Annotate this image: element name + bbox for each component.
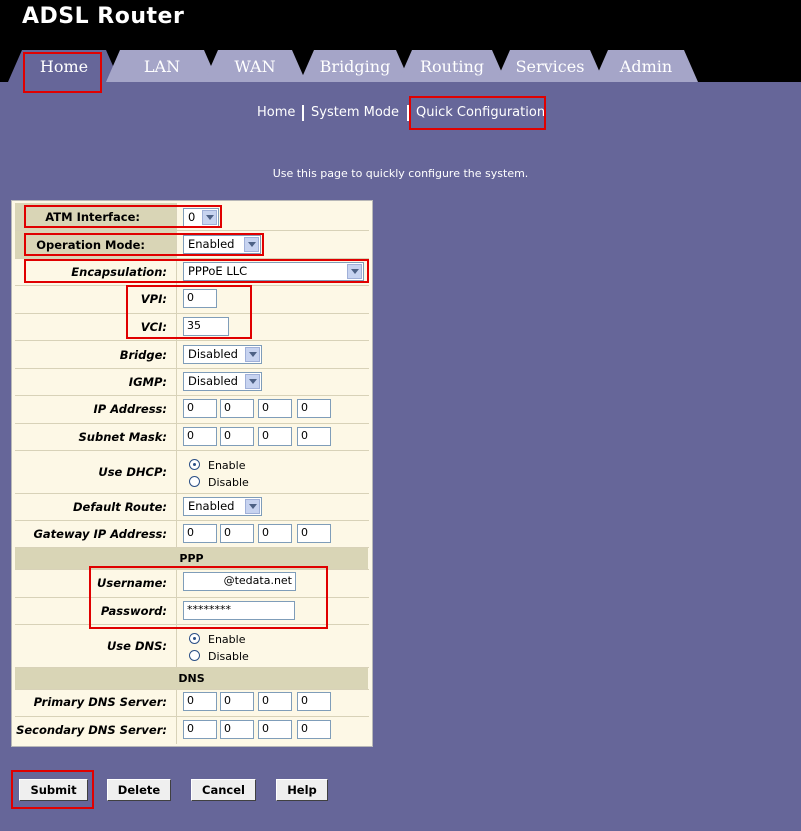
ip-address-octet-input[interactable]: 0 bbox=[297, 399, 331, 418]
tab-lan[interactable]: LAN bbox=[106, 50, 218, 82]
tab-routing[interactable]: Routing bbox=[398, 50, 506, 82]
subnav-home-link[interactable]: Home bbox=[257, 105, 295, 120]
secondary-dns-octet-input[interactable]: 0 bbox=[183, 720, 217, 739]
operation-mode-select[interactable]: Enabled bbox=[183, 235, 261, 254]
page-description: Use this page to quickly configure the s… bbox=[272, 167, 529, 180]
operation-mode-label: Operation Mode: bbox=[36, 238, 145, 252]
dhcp-enable-radio[interactable] bbox=[189, 459, 200, 470]
primary-dns-octet-input[interactable]: 0 bbox=[183, 692, 217, 711]
default-route-label: Default Route: bbox=[72, 500, 167, 514]
ip-address-label: IP Address: bbox=[93, 402, 167, 416]
dns-disable-label: Disable bbox=[208, 650, 249, 663]
tab-services[interactable]: Services bbox=[496, 50, 604, 82]
igmp-select[interactable]: Disabled bbox=[183, 372, 262, 391]
gateway-octet-input[interactable]: 0 bbox=[258, 524, 292, 543]
primary-dns-octet-input[interactable]: 0 bbox=[258, 692, 292, 711]
subnet-mask-octet-input[interactable]: 0 bbox=[258, 427, 292, 446]
dhcp-disable-label: Disable bbox=[208, 476, 249, 489]
subnet-mask-label: Subnet Mask: bbox=[78, 430, 168, 444]
cancel-button[interactable]: Cancel bbox=[191, 779, 256, 801]
password-label: Password: bbox=[100, 604, 167, 618]
password-input[interactable]: ******** bbox=[183, 601, 295, 620]
primary-dns-octet-input[interactable]: 0 bbox=[220, 692, 254, 711]
chevron-down-icon bbox=[245, 374, 260, 389]
tab-bridging[interactable]: Bridging bbox=[300, 50, 410, 82]
subnet-mask-octet-input[interactable]: 0 bbox=[297, 427, 331, 446]
vci-label: VCI: bbox=[140, 320, 167, 334]
subnet-mask-octet-input[interactable]: 0 bbox=[183, 427, 217, 446]
ppp-section-header: PPP bbox=[15, 548, 368, 569]
subnav-quick-configuration-link[interactable]: Quick Configuration bbox=[416, 105, 545, 120]
dhcp-enable-label: Enable bbox=[208, 459, 246, 472]
username-label: Username: bbox=[97, 576, 167, 590]
dns-section-header: DNS bbox=[15, 668, 368, 689]
primary-dns-label: Primary DNS Server: bbox=[33, 695, 167, 709]
atm-interface-label: ATM Interface: bbox=[45, 210, 140, 224]
use-dns-label: Use DNS: bbox=[106, 639, 167, 653]
secondary-dns-octet-input[interactable]: 0 bbox=[258, 720, 292, 739]
dns-disable-radio[interactable] bbox=[189, 650, 200, 661]
bridge-label: Bridge: bbox=[119, 348, 167, 362]
subnet-mask-octet-input[interactable]: 0 bbox=[220, 427, 254, 446]
default-route-select[interactable]: Enabled bbox=[183, 497, 262, 516]
ip-address-octet-input[interactable]: 0 bbox=[183, 399, 217, 418]
subnav-separator bbox=[407, 105, 409, 121]
gateway-ip-label: Gateway IP Address: bbox=[33, 527, 167, 541]
dhcp-disable-radio[interactable] bbox=[189, 476, 200, 487]
tab-wan[interactable]: WAN bbox=[204, 50, 306, 82]
bridge-select[interactable]: Disabled bbox=[183, 345, 262, 364]
gateway-octet-input[interactable]: 0 bbox=[297, 524, 331, 543]
dns-enable-radio[interactable] bbox=[189, 633, 200, 644]
ip-address-octet-input[interactable]: 0 bbox=[220, 399, 254, 418]
use-dhcp-label: Use DHCP: bbox=[98, 465, 167, 479]
submit-button[interactable]: Submit bbox=[19, 779, 88, 801]
vci-input[interactable]: 35 bbox=[183, 317, 229, 336]
subnav-system-mode-link[interactable]: System Mode bbox=[311, 105, 399, 120]
vpi-input[interactable]: 0 bbox=[183, 289, 217, 308]
chevron-down-icon bbox=[245, 347, 260, 362]
primary-dns-octet-input[interactable]: 0 bbox=[297, 692, 331, 711]
delete-button[interactable]: Delete bbox=[107, 779, 171, 801]
gateway-octet-input[interactable]: 0 bbox=[183, 524, 217, 543]
app-title: ADSL Router bbox=[22, 4, 185, 29]
vpi-label: VPI: bbox=[140, 292, 167, 306]
sub-navigation: Home System Mode Quick Configuration bbox=[0, 105, 801, 123]
tab-home[interactable]: Home bbox=[8, 50, 120, 82]
subnav-separator bbox=[302, 105, 304, 121]
secondary-dns-octet-input[interactable]: 0 bbox=[297, 720, 331, 739]
secondary-dns-label: Secondary DNS Server: bbox=[16, 723, 167, 737]
igmp-label: IGMP: bbox=[128, 375, 167, 389]
username-input[interactable]: @tedata.net bbox=[183, 572, 296, 591]
atm-interface-select[interactable]: 0 bbox=[183, 208, 219, 227]
help-button[interactable]: Help bbox=[276, 779, 328, 801]
dns-enable-label: Enable bbox=[208, 633, 246, 646]
gateway-octet-input[interactable]: 0 bbox=[220, 524, 254, 543]
encapsulation-label: Encapsulation: bbox=[71, 265, 167, 279]
tab-admin[interactable]: Admin bbox=[594, 50, 698, 82]
ip-address-octet-input[interactable]: 0 bbox=[258, 399, 292, 418]
secondary-dns-octet-input[interactable]: 0 bbox=[220, 720, 254, 739]
chevron-down-icon bbox=[244, 237, 259, 252]
chevron-down-icon bbox=[347, 264, 362, 279]
chevron-down-icon bbox=[245, 499, 260, 514]
encapsulation-select[interactable]: PPPoE LLC bbox=[183, 262, 364, 281]
chevron-down-icon bbox=[202, 210, 217, 225]
